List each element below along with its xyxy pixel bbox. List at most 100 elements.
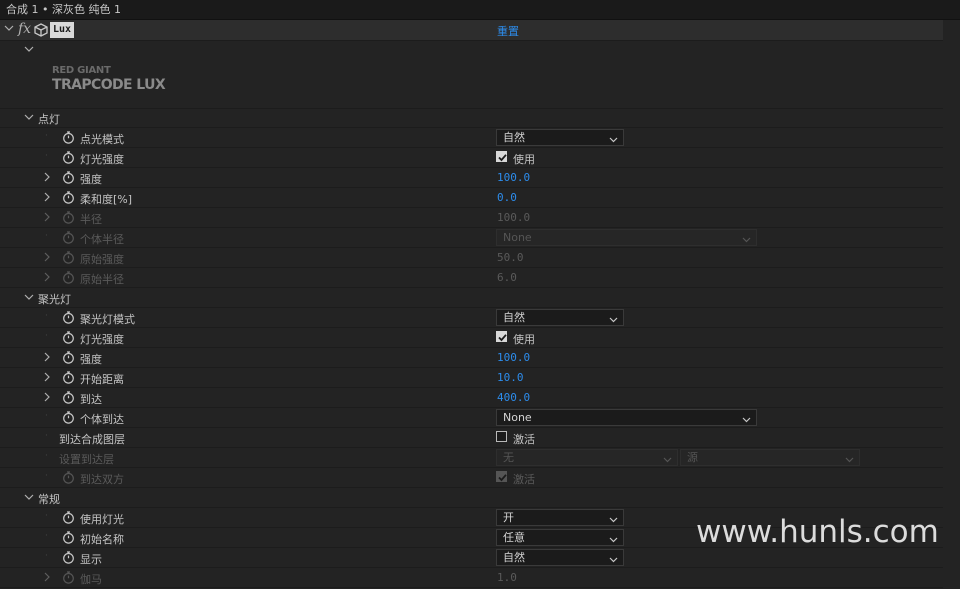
property-row[interactable]: 强度 100.0	[0, 168, 943, 188]
dropdown-select[interactable]: 自然	[496, 549, 624, 566]
chevron-right-icon[interactable]	[42, 392, 52, 405]
stopwatch-icon[interactable]	[62, 511, 75, 524]
value-scrubber[interactable]: 0.0	[497, 191, 517, 204]
property-label: 显示	[80, 553, 102, 566]
property-row[interactable]: 开始距离 10.0	[0, 368, 943, 388]
property-row[interactable]: · 灯光强度 使用	[0, 148, 943, 168]
value-scrubber[interactable]: 10.0	[497, 371, 524, 384]
stopwatch-icon[interactable]	[62, 171, 75, 184]
property-row[interactable]: 到达 400.0	[0, 388, 943, 408]
chevron-down-icon[interactable]	[24, 44, 34, 57]
property-row[interactable]: 柔和度[%] 0.0	[0, 188, 943, 208]
value-scrubber[interactable]: 100.0	[497, 171, 530, 184]
chevron-down-icon	[609, 133, 618, 148]
source-dropdown[interactable]: 源	[680, 449, 860, 466]
property-label: 灯光强度	[80, 153, 124, 166]
chevron-right-icon[interactable]	[42, 212, 52, 225]
stopwatch-icon[interactable]	[62, 131, 75, 144]
logo-trapcode-lux: TRAPCODE LUX	[52, 77, 166, 93]
property-row[interactable]: 伽马 1.0	[0, 568, 943, 588]
stopwatch-icon[interactable]	[62, 251, 75, 264]
group-row[interactable]: 聚光灯	[0, 288, 943, 308]
value-scrubber[interactable]: 1.0	[497, 571, 517, 584]
stopwatch-icon[interactable]	[62, 371, 75, 384]
stopwatch-icon[interactable]	[62, 351, 75, 364]
dropdown-select[interactable]: None	[496, 229, 757, 246]
property-row[interactable]: 半径 100.0	[0, 208, 943, 228]
stopwatch-icon[interactable]	[62, 211, 75, 224]
stopwatch-icon[interactable]	[62, 411, 75, 424]
value-scrubber[interactable]: 400.0	[497, 391, 530, 404]
chevron-right-icon[interactable]	[42, 252, 52, 265]
property-row[interactable]: · 聚光灯模式 自然	[0, 308, 943, 328]
group-row[interactable]: 点灯	[0, 108, 943, 128]
property-row[interactable]: 原始强度 50.0	[0, 248, 943, 268]
chevron-down-icon[interactable]	[24, 292, 34, 305]
chevron-down-icon	[609, 533, 618, 548]
property-label: 使用灯光	[80, 513, 124, 526]
value-scrubber[interactable]: 100.0	[497, 351, 530, 364]
stopwatch-icon[interactable]	[62, 391, 75, 404]
chevron-down-icon[interactable]	[4, 23, 14, 36]
property-row[interactable]: 强度 100.0	[0, 348, 943, 368]
chevron-right-icon[interactable]	[42, 192, 52, 205]
property-label: 到达双方	[80, 473, 124, 486]
chevron-right-icon[interactable]	[42, 572, 52, 585]
property-row[interactable]: · 个体到达 None	[0, 408, 943, 428]
value-scrubber[interactable]: 50.0	[497, 251, 524, 264]
checkbox[interactable]	[496, 471, 507, 482]
dropdown-select[interactable]: 自然	[496, 309, 624, 326]
group-row[interactable]: 常规	[0, 488, 943, 508]
panel-title: 合成 1 • 深灰色 纯色 1	[0, 0, 960, 20]
chevron-right-icon[interactable]	[42, 352, 52, 365]
reset-link[interactable]: 重置	[497, 23, 519, 39]
layer-dropdown[interactable]: 无	[496, 449, 678, 466]
stopwatch-icon[interactable]	[62, 331, 75, 344]
checkbox[interactable]	[496, 331, 507, 342]
chevron-down-icon[interactable]	[24, 492, 34, 505]
property-row[interactable]: · 显示 自然	[0, 548, 943, 568]
value-scrubber[interactable]: 100.0	[497, 211, 530, 224]
chevron-down-icon	[742, 233, 751, 248]
chevron-right-icon[interactable]	[42, 272, 52, 285]
group-label: 常规	[38, 493, 60, 506]
watermark: www.hunls.com	[696, 514, 939, 550]
property-row[interactable]: · 设置到达层 无 源	[0, 448, 943, 468]
property-label: 到达	[80, 393, 102, 406]
property-label: 点光模式	[80, 133, 124, 146]
stopwatch-icon[interactable]	[62, 191, 75, 204]
effect-header-row[interactable]: fx Lux 重置	[0, 20, 943, 41]
dropdown-select[interactable]: 任意	[496, 529, 624, 546]
dropdown-select[interactable]: 自然	[496, 129, 624, 146]
stopwatch-icon[interactable]	[62, 571, 75, 584]
property-row[interactable]: · 灯光强度 使用	[0, 328, 943, 348]
property-label: 灯光强度	[80, 333, 124, 346]
property-row[interactable]: · 点光模式 自然	[0, 128, 943, 148]
stopwatch-icon[interactable]	[62, 531, 75, 544]
effect-name[interactable]: Lux	[50, 22, 75, 38]
chevron-down-icon[interactable]	[24, 112, 34, 125]
stopwatch-icon[interactable]	[62, 311, 75, 324]
stopwatch-icon[interactable]	[62, 271, 75, 284]
property-row[interactable]: · 到达双方 激活	[0, 468, 943, 488]
checkbox[interactable]	[496, 431, 507, 442]
property-label: 初始名称	[80, 533, 124, 546]
stopwatch-icon[interactable]	[62, 551, 75, 564]
value-scrubber[interactable]: 6.0	[497, 271, 517, 284]
stopwatch-icon[interactable]	[62, 471, 75, 484]
dropdown-select[interactable]: 开	[496, 509, 624, 526]
property-row[interactable]: · 到达合成图层 激活	[0, 428, 943, 448]
stopwatch-icon[interactable]	[62, 151, 75, 164]
bullet-icon: ·	[45, 531, 48, 541]
chevron-down-icon	[742, 413, 751, 428]
chevron-down-icon	[609, 513, 618, 528]
property-row[interactable]: · 个体半径 None	[0, 228, 943, 248]
fx-toggle[interactable]: fx	[18, 21, 31, 37]
property-label: 原始半径	[80, 273, 124, 286]
dropdown-select[interactable]: None	[496, 409, 757, 426]
checkbox[interactable]	[496, 151, 507, 162]
chevron-right-icon[interactable]	[42, 372, 52, 385]
chevron-right-icon[interactable]	[42, 172, 52, 185]
stopwatch-icon[interactable]	[62, 231, 75, 244]
property-row[interactable]: 原始半径 6.0	[0, 268, 943, 288]
